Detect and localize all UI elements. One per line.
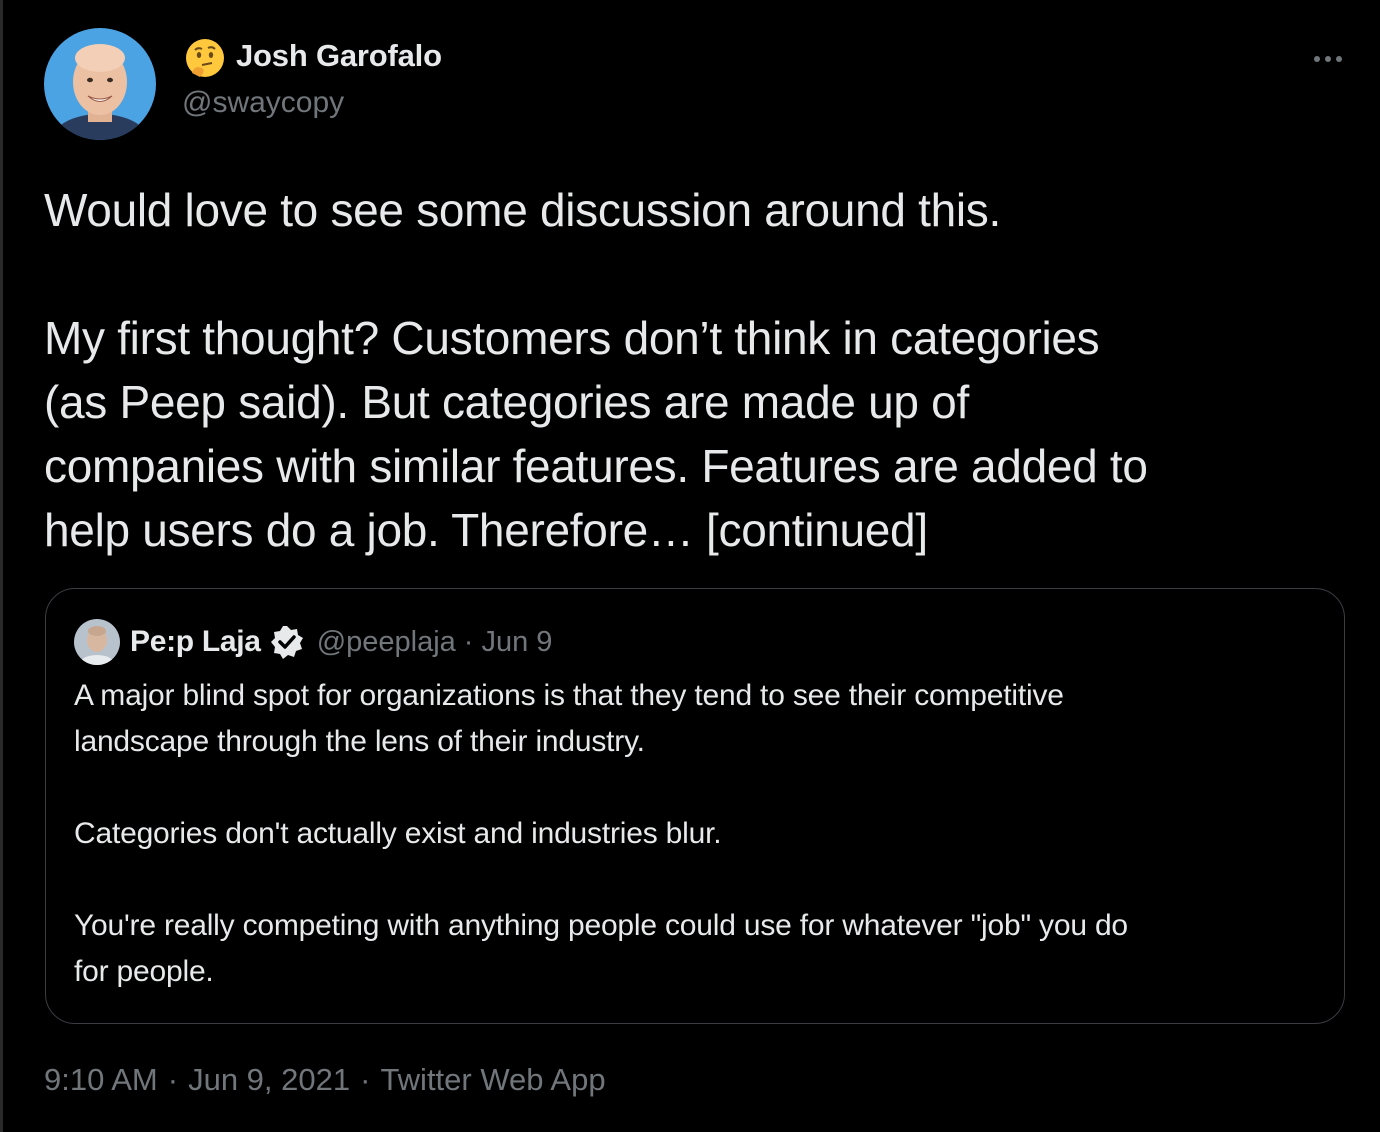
- tweet-text-line: Would love to see some discussion around…: [44, 184, 1001, 236]
- tweet-date[interactable]: Jun 9, 2021: [188, 1062, 350, 1098]
- quoted-separator: ·: [463, 625, 474, 658]
- tweet-source[interactable]: Twitter Web App: [380, 1062, 605, 1098]
- more-horizontal-icon-dot: [1336, 56, 1342, 62]
- tweet-text-line: help users do a job. Therefore… [continu…: [44, 504, 928, 556]
- tweet-text-line: (as Peep said). But categories are made …: [44, 376, 969, 428]
- quoted-tweet-header: Pe:p Laja @peeplaja · Jun 9: [130, 621, 552, 663]
- quoted-author-avatar-image: [74, 619, 120, 665]
- quoted-tweet-text: A major blind spot for organizations is …: [74, 673, 1324, 995]
- quoted-text-line: Categories don't actually exist and indu…: [74, 817, 722, 850]
- more-options-button[interactable]: [1303, 42, 1353, 76]
- author-avatar[interactable]: [44, 28, 156, 140]
- quoted-text-line: A major blind spot for organizations is …: [74, 679, 1064, 712]
- window-edge: [0, 0, 3, 1132]
- quoted-text-line: for people.: [74, 955, 214, 988]
- tweet-time[interactable]: 9:10 AM: [44, 1062, 158, 1098]
- quoted-author-handle[interactable]: @peeplaja: [317, 626, 456, 659]
- author-avatar-image: [44, 28, 156, 140]
- quoted-text-line: You're really competing with anything pe…: [74, 909, 1128, 942]
- more-horizontal-icon-dot: [1325, 56, 1331, 62]
- tweet-text: Would love to see some discussion around…: [44, 178, 1344, 562]
- quoted-text-line: landscape through the lens of their indu…: [74, 725, 645, 758]
- tweet-text-line: My first thought? Customers don’t think …: [44, 312, 1100, 364]
- author-name[interactable]: Josh Garofalo: [236, 38, 442, 74]
- author-handle[interactable]: @swaycopy: [182, 86, 344, 120]
- quoted-tweet-card[interactable]: Pe:p Laja @peeplaja · Jun 9 A major blin…: [45, 588, 1345, 1024]
- verified-badge-icon: [270, 626, 303, 659]
- more-horizontal-icon: [1314, 56, 1320, 62]
- tweet-metadata: 9:10 AM · Jun 9, 2021 · Twitter Web App: [44, 1062, 606, 1098]
- quoted-author-name[interactable]: Pe:p Laja: [130, 625, 261, 659]
- quoted-author-avatar: [74, 619, 120, 665]
- thinking-face-emoji-icon: [186, 39, 224, 77]
- quoted-date[interactable]: Jun 9: [481, 626, 552, 659]
- tweet-text-line: companies with similar features. Feature…: [44, 440, 1148, 492]
- footer-separator: ·: [167, 1062, 179, 1097]
- footer-separator: ·: [360, 1062, 371, 1097]
